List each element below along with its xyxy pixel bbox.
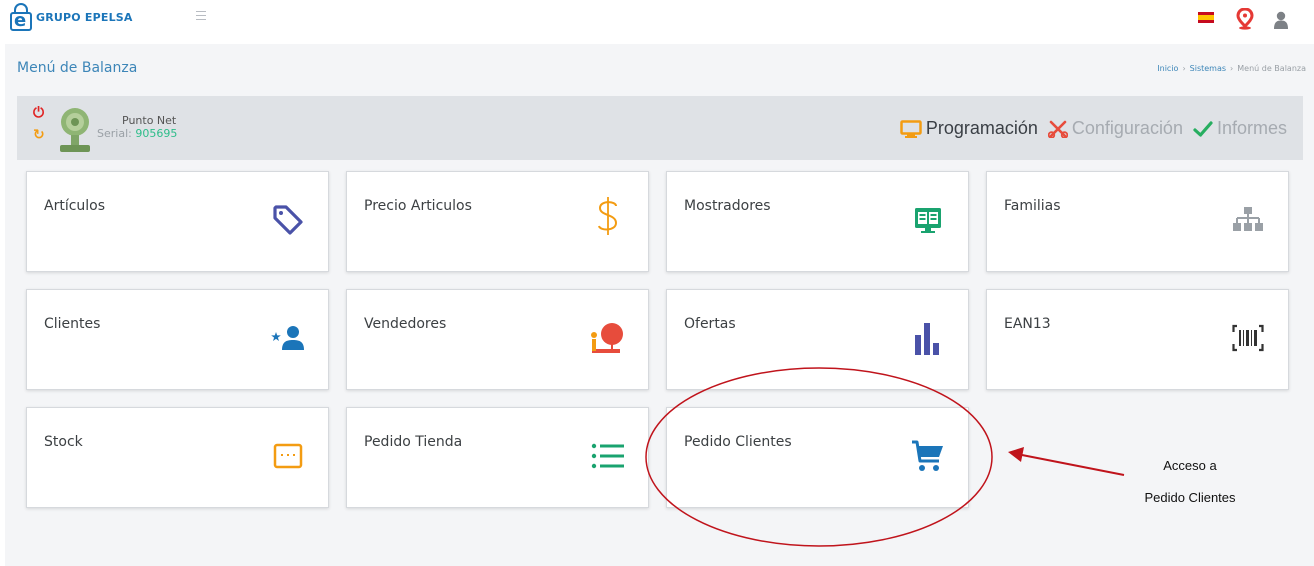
breadcrumb-sistemas[interactable]: Sistemas — [1190, 64, 1226, 73]
card-precio-articulos[interactable]: Precio Articulos — [346, 171, 649, 272]
card-label: Ofertas — [684, 316, 736, 332]
card-label: Pedido Clientes — [684, 434, 792, 450]
card-stock[interactable]: Stock — [26, 407, 329, 508]
callout-text-line1: Acceso a — [1163, 458, 1217, 473]
stock-box-icon — [268, 436, 308, 476]
card-ofertas[interactable]: Ofertas — [666, 289, 969, 390]
card-label: EAN13 — [1004, 316, 1051, 332]
user-icon[interactable] — [1274, 11, 1288, 29]
card-pedido-tienda[interactable]: Pedido Tienda — [346, 407, 649, 508]
brand-name: GRUPO EPELSA — [36, 11, 133, 24]
card-label: Clientes — [44, 316, 101, 332]
tab-informes[interactable]: Informes — [1193, 118, 1287, 139]
cart-icon — [908, 436, 948, 476]
hamburger-icon[interactable] — [196, 11, 206, 23]
card-mostradores[interactable]: Mostradores — [666, 171, 969, 272]
card-clientes[interactable]: Clientes — [26, 289, 329, 390]
spain-flag-icon[interactable] — [1198, 12, 1214, 23]
breadcrumb-current: Menú de Balanza — [1237, 64, 1306, 73]
dollar-icon — [588, 196, 628, 236]
tab-configuracion-label: Configuración — [1071, 118, 1183, 138]
tag-icon — [268, 200, 308, 240]
card-ean13[interactable]: EAN13 — [986, 289, 1289, 390]
mode-tabs: Programación Configuración Informes — [890, 118, 1287, 139]
top-bar: e GRUPO EPELSA — [0, 0, 1314, 44]
chevron-right-icon: › — [1230, 64, 1234, 73]
tab-configuracion[interactable]: Configuración — [1047, 118, 1183, 139]
brand-logo[interactable]: e GRUPO EPELSA — [10, 3, 133, 31]
card-familias[interactable]: Familias — [986, 171, 1289, 272]
barcode-icon — [1228, 318, 1268, 358]
list-icon — [588, 436, 628, 476]
monitor-icon — [900, 119, 922, 138]
seller-icon — [588, 318, 628, 358]
callout-text-line2: Pedido Clientes — [1144, 490, 1236, 505]
epelsa-logo-icon: e — [10, 3, 32, 31]
bar-chart-icon — [908, 318, 948, 358]
power-icon[interactable]: ⏻ — [33, 106, 44, 120]
display-icon — [908, 200, 948, 240]
device-name: Punto Net — [122, 114, 177, 127]
device-serial: Serial: 905695 — [97, 127, 178, 140]
device-serial-value: 905695 — [135, 127, 178, 140]
card-pedido-clientes[interactable]: Pedido Clientes — [666, 407, 969, 508]
card-label: Vendedores — [364, 316, 447, 332]
card-label: Artículos — [44, 198, 106, 214]
client-star-icon — [268, 318, 308, 358]
page-title: Menú de Balanza — [17, 60, 138, 76]
card-label: Mostradores — [684, 198, 771, 214]
tab-programacion-label: Programación — [925, 118, 1038, 138]
card-vendedores[interactable]: Vendedores — [346, 289, 649, 390]
scale-device-icon — [60, 108, 90, 152]
refresh-icon[interactable]: ↻ — [33, 128, 45, 142]
device-bar: ⏻ ↻ Punto Net Serial: 905695 Programació… — [17, 96, 1303, 160]
breadcrumb-inicio[interactable]: Inicio — [1157, 64, 1178, 73]
map-pin-icon[interactable] — [1236, 8, 1254, 30]
check-icon — [1193, 120, 1213, 137]
tab-programacion[interactable]: Programación — [900, 118, 1038, 139]
chevron-right-icon: › — [1182, 64, 1186, 73]
card-label: Familias — [1004, 198, 1061, 214]
breadcrumb: Inicio › Sistemas › Menú de Balanza — [1157, 64, 1306, 73]
card-label: Stock — [44, 434, 83, 450]
card-label: Precio Articulos — [364, 198, 472, 214]
sitemap-icon — [1228, 200, 1268, 240]
tab-informes-label: Informes — [1216, 118, 1287, 138]
card-label: Pedido Tienda — [364, 434, 463, 450]
card-articulos[interactable]: Artículos — [26, 171, 329, 272]
tools-icon — [1047, 120, 1068, 138]
